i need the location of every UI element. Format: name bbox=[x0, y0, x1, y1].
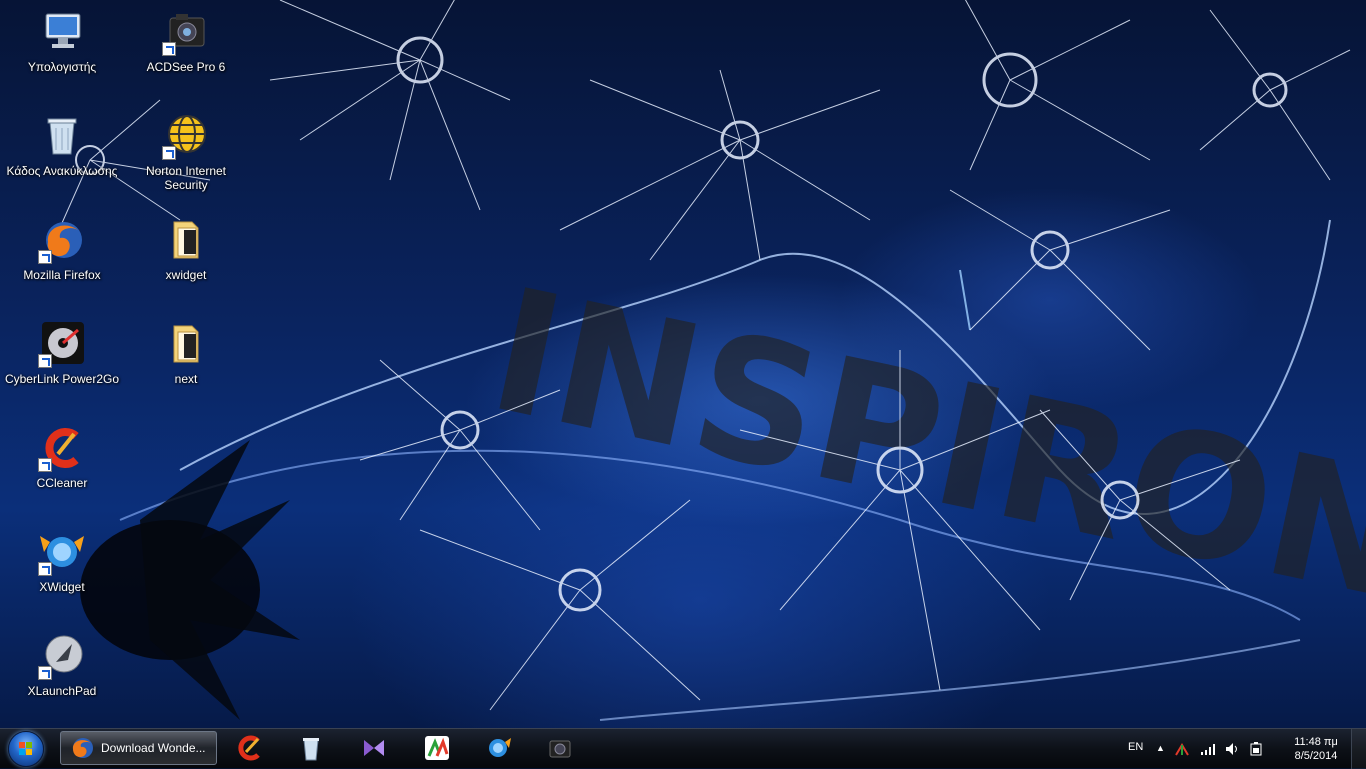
firefox-icon bbox=[38, 216, 86, 264]
desktop-icon-power2go[interactable]: CyberLink Power2Go bbox=[2, 320, 122, 386]
desktop-icon-acdsee[interactable]: ACDSee Pro 6 bbox=[126, 8, 246, 74]
taskbar-window-title: Download Wonde... bbox=[101, 741, 206, 755]
desktop-icon-firefox[interactable]: Mozilla Firefox bbox=[2, 216, 122, 282]
firefox-icon bbox=[72, 738, 93, 758]
disc-icon bbox=[38, 320, 86, 368]
camera-icon bbox=[549, 740, 571, 758]
clock[interactable]: 11:48 πμ 8/5/2014 bbox=[1288, 735, 1344, 763]
norton-icon bbox=[162, 112, 210, 160]
recycle-bin-icon bbox=[303, 738, 319, 761]
desktop-icon-next-folder[interactable]: next bbox=[126, 320, 246, 386]
signal-strength-icon[interactable] bbox=[1200, 741, 1218, 757]
desktop-icon-label: XLaunchPad bbox=[27, 684, 97, 698]
desktop-icon-computer[interactable]: Υπολογιστής bbox=[2, 8, 122, 74]
shortcut-arrow-icon bbox=[38, 354, 52, 368]
chart-icon bbox=[425, 736, 449, 760]
taskbar-pin-recycle-bin[interactable] bbox=[283, 731, 339, 765]
xwidget-icon bbox=[489, 738, 511, 757]
network-meter-icon[interactable] bbox=[1174, 741, 1190, 757]
system-tray: EN ▲ 11:48 πμ 8/5/2014 bbox=[1116, 729, 1366, 769]
volume-icon[interactable] bbox=[1224, 741, 1242, 757]
start-button[interactable] bbox=[4, 731, 48, 767]
show-desktop-button[interactable] bbox=[1351, 729, 1366, 769]
desktop-icon-label: xwidget bbox=[165, 268, 207, 282]
desktop-icon-ccleaner[interactable]: CCleaner bbox=[2, 424, 122, 490]
taskbar-pin-chart-app[interactable] bbox=[409, 731, 465, 765]
desktop-icon-label: Norton Internet Security bbox=[145, 164, 227, 192]
taskbar-firefox-window[interactable]: Download Wonde... bbox=[60, 731, 217, 765]
recycle-bin-icon bbox=[38, 112, 86, 160]
desktop-icon-label: ACDSee Pro 6 bbox=[146, 60, 226, 74]
power-icon[interactable] bbox=[1248, 741, 1264, 757]
clock-date: 8/5/2014 bbox=[1294, 750, 1338, 762]
taskbar-pin-ccleaner[interactable] bbox=[222, 731, 278, 765]
taskbar: Download Wonde... EN ▲ 11:48 πμ 8/5/2014 bbox=[0, 728, 1366, 769]
shortcut-arrow-icon bbox=[38, 250, 52, 264]
desktop-icon-label: Υπολογιστής bbox=[27, 60, 97, 74]
desktop-icon-xwidget[interactable]: XWidget bbox=[2, 528, 122, 594]
shortcut-arrow-icon bbox=[38, 458, 52, 472]
taskbar-pin-visual-studio[interactable] bbox=[346, 731, 402, 765]
desktop-icon-label: CyberLink Power2Go bbox=[4, 372, 120, 386]
desktop-icon-label: Mozilla Firefox bbox=[23, 268, 101, 282]
desktop-icon-label: next bbox=[174, 372, 198, 386]
ccleaner-icon bbox=[238, 735, 260, 761]
visual-studio-icon bbox=[364, 740, 384, 756]
shortcut-arrow-icon bbox=[38, 666, 52, 680]
clock-time: 11:48 πμ bbox=[1294, 736, 1338, 748]
desktop-icon-label: Κάδος Ανακύκλωσης bbox=[6, 164, 118, 178]
shortcut-arrow-icon bbox=[162, 146, 176, 160]
taskbar-pin-xwidget[interactable] bbox=[470, 731, 526, 765]
rocket-icon bbox=[38, 632, 86, 680]
shortcut-arrow-icon bbox=[38, 562, 52, 576]
desktop-icon-label: CCleaner bbox=[36, 476, 88, 490]
desktop-icon-xwidget-folder[interactable]: xwidget bbox=[126, 216, 246, 282]
shortcut-arrow-icon bbox=[162, 42, 176, 56]
desktop-icon-norton[interactable]: Norton Internet Security bbox=[126, 112, 246, 192]
desktop-icon-xlaunchpad[interactable]: XLaunchPad bbox=[2, 632, 122, 698]
wallpaper-logo-text: INSPIRON bbox=[476, 252, 1366, 640]
desktop-icon-label: XWidget bbox=[39, 580, 85, 594]
folder-icon bbox=[162, 320, 210, 368]
show-hidden-icons-button[interactable]: ▲ bbox=[1156, 743, 1165, 753]
desktop-icon-recycle-bin[interactable]: Κάδος Ανακύκλωσης bbox=[2, 112, 122, 178]
ccleaner-icon bbox=[38, 424, 86, 472]
desktop: INSPIRON Υπολογιστής Κάδος Ανακύκλωσης M… bbox=[0, 0, 1366, 728]
xwidget-icon bbox=[38, 528, 86, 576]
camera-icon bbox=[162, 8, 210, 56]
computer-icon bbox=[38, 8, 86, 56]
taskbar-pin-acdsee[interactable] bbox=[532, 731, 588, 765]
folder-icon bbox=[162, 216, 210, 264]
language-indicator[interactable]: EN bbox=[1128, 741, 1143, 753]
windows-logo-icon bbox=[8, 731, 44, 767]
